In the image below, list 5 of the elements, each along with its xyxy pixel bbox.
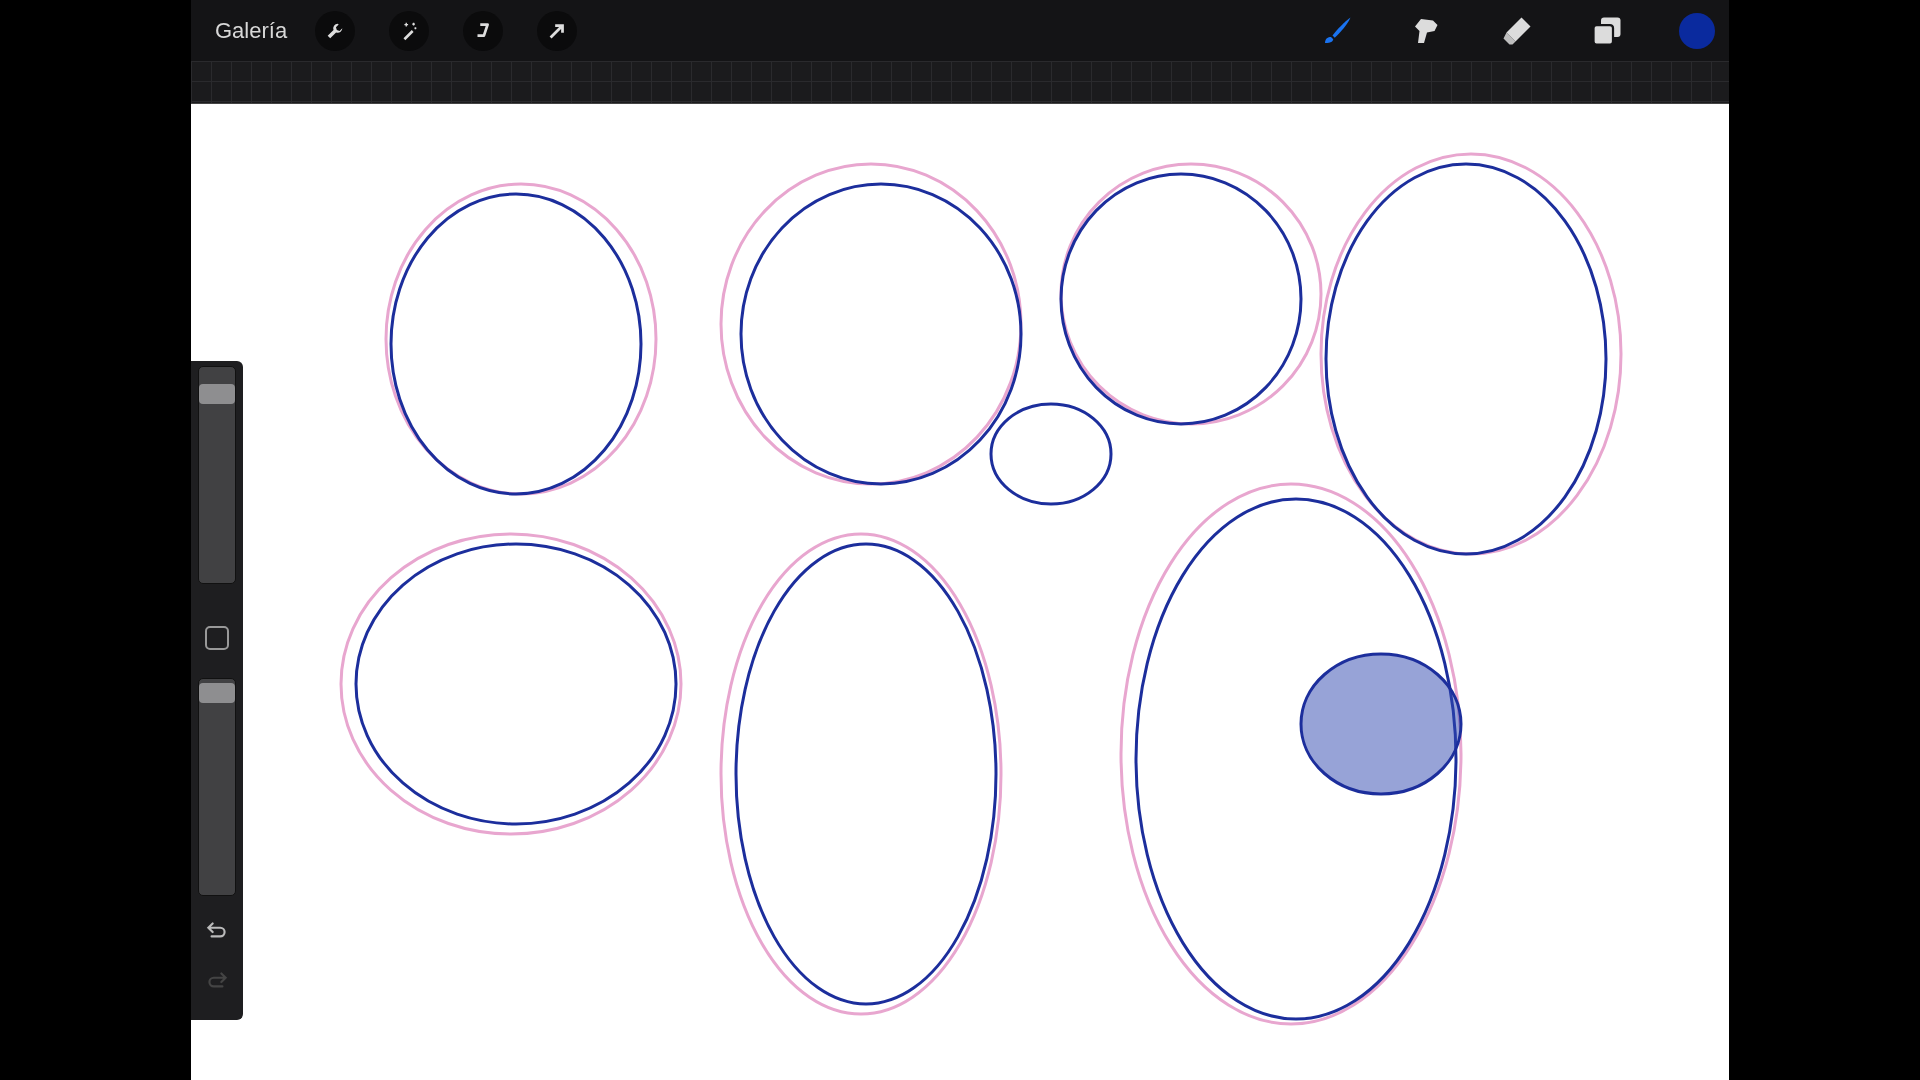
square-button[interactable]: [205, 626, 229, 650]
brush-size-slider-handle[interactable]: [199, 384, 235, 405]
color-swatch[interactable]: [1679, 12, 1715, 49]
opacity-slider-handle[interactable]: [199, 683, 235, 704]
gallery-button[interactable]: Galería: [215, 17, 288, 44]
